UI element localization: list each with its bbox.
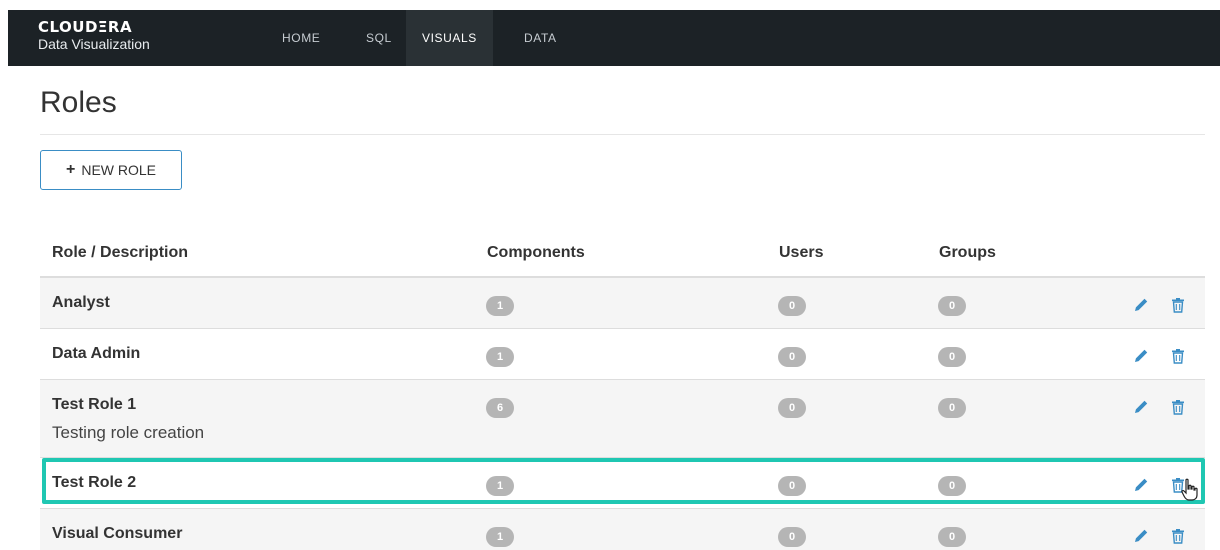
new-role-label: NEW ROLE	[81, 162, 157, 178]
role-name[interactable]: Visual Consumer	[52, 525, 182, 543]
groups-count-badge: 0	[938, 296, 966, 316]
components-count-badge: 1	[486, 527, 514, 547]
groups-count-badge: 0	[938, 347, 966, 367]
components-count-badge: 6	[486, 398, 514, 418]
table-row[interactable]: Test Role 1 Testing role creation 6 0 0	[40, 380, 1205, 458]
users-count-badge: 0	[778, 347, 806, 367]
header-components[interactable]: Components	[487, 244, 585, 262]
table-row[interactable]: Test Role 2 1 0 0	[40, 458, 1205, 509]
title-divider	[40, 134, 1205, 135]
pencil-icon[interactable]	[1130, 345, 1152, 367]
trash-icon[interactable]	[1167, 294, 1189, 316]
brand-logo[interactable]: CLOUDΞRA Data Visualization	[38, 18, 150, 53]
nav-visuals[interactable]: VISUALS	[406, 10, 493, 66]
roles-table: Role / Description Components Users Grou…	[40, 228, 1205, 550]
table-row[interactable]: Analyst 1 0 0	[40, 278, 1205, 329]
pencil-icon[interactable]	[1130, 294, 1152, 316]
nav-home[interactable]: HOME	[266, 10, 336, 66]
top-navbar: CLOUDΞRA Data Visualization HOME SQL VIS…	[8, 10, 1220, 66]
users-count-badge: 0	[778, 296, 806, 316]
pencil-icon[interactable]	[1130, 396, 1152, 418]
header-groups[interactable]: Groups	[939, 244, 996, 262]
users-count-badge: 0	[778, 527, 806, 547]
table-row[interactable]: Data Admin 1 0 0	[40, 329, 1205, 380]
pencil-icon[interactable]	[1130, 525, 1152, 547]
page-title: Roles	[40, 86, 117, 119]
plus-icon: +	[65, 161, 76, 178]
components-count-badge: 1	[486, 296, 514, 316]
nav-sql[interactable]: SQL	[350, 10, 408, 66]
trash-icon[interactable]	[1167, 345, 1189, 367]
users-count-badge: 0	[778, 398, 806, 418]
trash-icon[interactable]	[1167, 474, 1189, 496]
role-name[interactable]: Test Role 2	[52, 474, 136, 492]
role-name[interactable]: Analyst	[52, 294, 110, 312]
components-count-badge: 1	[486, 476, 514, 496]
nav-data[interactable]: DATA	[508, 10, 573, 66]
header-role[interactable]: Role / Description	[52, 244, 188, 262]
brand-name: CLOUDΞRA	[38, 18, 133, 36]
trash-icon[interactable]	[1167, 525, 1189, 547]
header-users[interactable]: Users	[779, 244, 823, 262]
pencil-icon[interactable]	[1130, 474, 1152, 496]
brand-subtitle: Data Visualization	[38, 36, 150, 52]
table-row[interactable]: Visual Consumer 1 0 0	[40, 509, 1205, 550]
components-count-badge: 1	[486, 347, 514, 367]
groups-count-badge: 0	[938, 476, 966, 496]
role-description: Testing role creation	[52, 423, 205, 442]
groups-count-badge: 0	[938, 398, 966, 418]
role-name[interactable]: Data Admin	[52, 345, 140, 363]
role-name[interactable]: Test Role 1	[52, 396, 136, 414]
table-header: Role / Description Components Users Grou…	[40, 228, 1205, 278]
trash-icon[interactable]	[1167, 396, 1189, 418]
new-role-button[interactable]: + NEW ROLE	[40, 150, 182, 190]
groups-count-badge: 0	[938, 527, 966, 547]
users-count-badge: 0	[778, 476, 806, 496]
